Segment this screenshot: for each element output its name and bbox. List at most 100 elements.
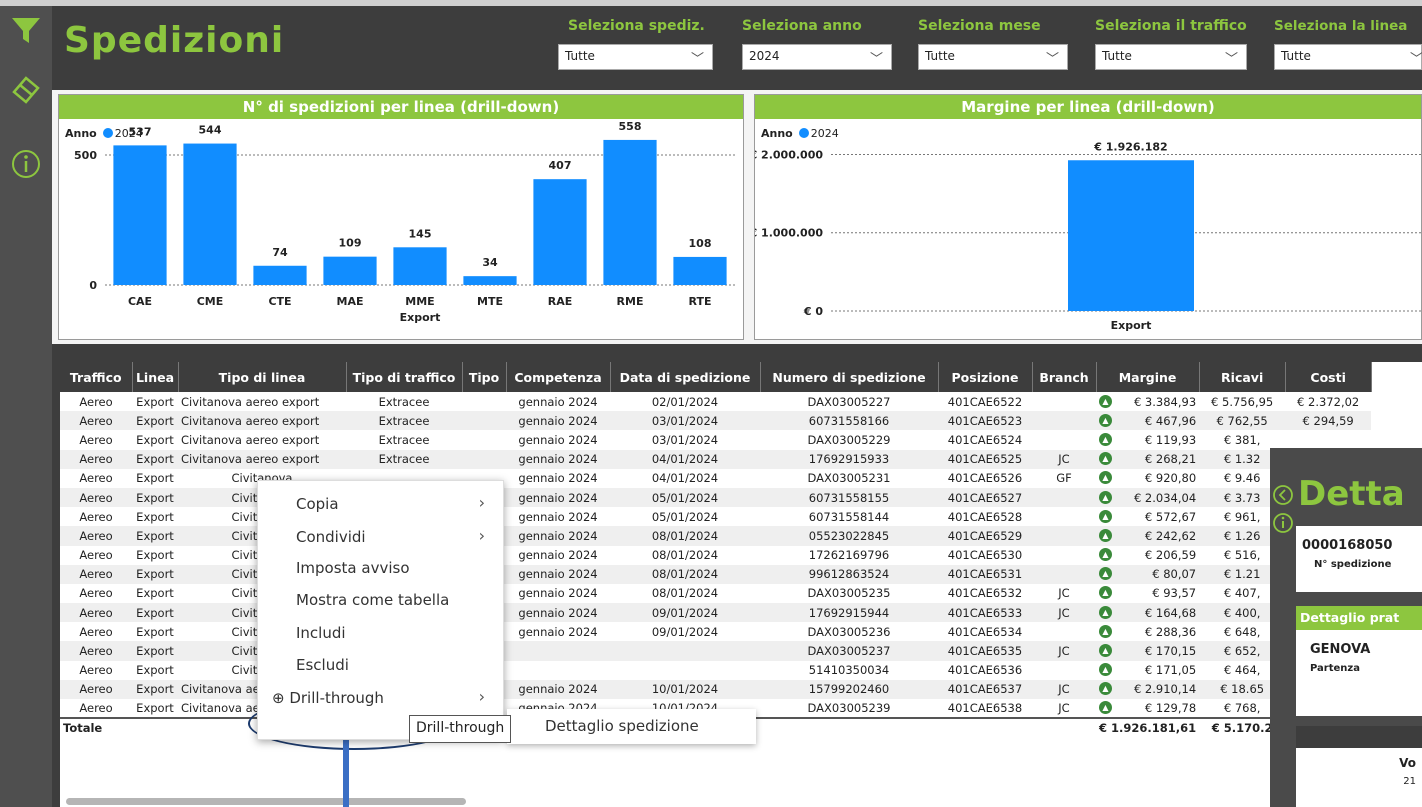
column-header[interactable]: Tipo — [462, 362, 507, 392]
chart-spedizioni-per-linea[interactable]: N° di spedizioni per linea (drill-down) … — [58, 94, 744, 340]
table-cell: Aereo — [60, 411, 132, 431]
table-cell: JC — [1058, 701, 1070, 716]
context-menu-item[interactable]: ⊕ Drill-through — [272, 689, 384, 707]
info-icon[interactable] — [1272, 512, 1294, 534]
table-row[interactable]: AereoExportCivitanova aereo exportExtrac… — [60, 430, 1371, 449]
table-cell — [1032, 392, 1096, 411]
bar — [533, 179, 587, 285]
total-cell — [760, 717, 938, 738]
trend-up-icon: ▲ — [1099, 663, 1112, 677]
table-cell: 401CAE6522 — [947, 394, 1023, 409]
detail-column-value: 21 — [1403, 776, 1416, 787]
table-row[interactable]: AereoExportCivitanova aereo exportExtrac… — [60, 411, 1372, 431]
context-menu-item[interactable]: Copia — [296, 495, 339, 513]
chevron-right-icon: › — [478, 687, 485, 706]
table-row[interactable]: AereoExportCivitanova aereo exportExtrac… — [60, 449, 1372, 469]
x-tick-label: CTE — [268, 295, 291, 308]
bookmark-icon[interactable] — [10, 74, 42, 106]
y-tick-label: € 2.000.000 — [755, 148, 823, 161]
table-cell — [1032, 564, 1096, 584]
trend-up-icon: ▲ — [1099, 644, 1112, 658]
table-cell: Export — [132, 564, 178, 584]
table-cell — [462, 392, 506, 411]
table-cell: 05523022845 — [760, 526, 938, 546]
column-header[interactable]: Competenza — [506, 362, 611, 392]
table-cell: Export — [136, 624, 174, 639]
submenu-dettaglio-spedizione[interactable]: Dettaglio spedizione — [507, 709, 756, 744]
table-cell: gennaio 2024 — [506, 526, 610, 546]
table-cell: gennaio 2024 — [506, 564, 610, 584]
x-tick-label: MTE — [477, 295, 503, 308]
slicer-linea-dropdown[interactable]: Tutte ﹀ — [1274, 44, 1422, 70]
horizontal-scrollbar[interactable] — [66, 798, 466, 805]
departure-label: Partenza — [1310, 663, 1360, 674]
table-cell: DAX03005227 — [807, 394, 891, 409]
table-cell: JC — [1058, 586, 1070, 601]
column-header[interactable]: Tipo di traffico — [346, 362, 463, 392]
column-header[interactable]: Costi — [1285, 362, 1372, 392]
chart-title: Margine per linea (drill-down) — [755, 95, 1421, 119]
slicer-anno-dropdown[interactable]: 2024 ﹀ — [742, 44, 892, 70]
slicer-spedizione-dropdown[interactable]: Tutte ﹀ — [558, 44, 713, 70]
table-cell: ▲ € 80,07 — [1096, 564, 1200, 584]
trend-up-icon: ▲ — [1099, 624, 1112, 638]
x-axis-label: Export — [400, 311, 441, 324]
table-cell: Aereo — [79, 663, 113, 678]
table-cell: gennaio 2024 — [506, 603, 610, 623]
info-icon[interactable] — [10, 148, 42, 180]
table-cell: Export — [132, 411, 178, 431]
table-cell: € 381, — [1223, 432, 1261, 447]
table-cell: € 294,59 — [1285, 411, 1372, 431]
table-cell: Extracee — [346, 411, 462, 431]
back-arrow-icon[interactable] — [1272, 484, 1294, 506]
context-menu-item[interactable]: Escludi — [296, 656, 349, 674]
context-menu-item[interactable]: Includi — [296, 624, 346, 642]
table-cell: Civitanova aereo export — [178, 411, 346, 431]
column-header[interactable]: Traffico — [60, 362, 133, 392]
table-cell: 02/01/2024 — [651, 394, 719, 409]
table-cell: ▲ € 119,93 — [1096, 430, 1199, 449]
context-menu-item[interactable]: Imposta avviso — [296, 559, 410, 577]
chart-margine-per-linea[interactable]: Margine per linea (drill-down) Anno 2024 … — [754, 94, 1422, 340]
context-menu-item[interactable]: Mostra come tabella — [296, 591, 449, 609]
slicer-value: Tutte — [565, 49, 595, 63]
slicer-mese-dropdown[interactable]: Tutte ﹀ — [918, 44, 1068, 70]
bar — [113, 145, 167, 285]
slicer-value: 2024 — [749, 49, 780, 63]
trend-up-icon: ▲ — [1099, 701, 1112, 715]
table-row[interactable]: AereoExportCivitanova aereo exportExtrac… — [60, 392, 1371, 411]
table-cell: Export — [136, 701, 174, 716]
table-cell: Aereo — [79, 471, 113, 486]
table-cell: Export — [132, 487, 178, 508]
column-header[interactable]: Linea — [132, 362, 179, 392]
column-header[interactable]: Branch — [1032, 362, 1097, 392]
table-cell: 401CAE6523 — [938, 411, 1032, 431]
column-header[interactable]: Data di spedizione — [610, 362, 761, 392]
data-label: 74 — [272, 246, 288, 259]
x-tick-label: RAE — [548, 295, 573, 308]
chevron-right-icon: › — [478, 526, 485, 545]
table-cell: 401CAE6535 — [938, 641, 1032, 661]
slicer-traffico-dropdown[interactable]: Tutte ﹀ — [1095, 44, 1247, 70]
table-cell: € 762,55 — [1199, 411, 1286, 431]
table-cell: Aereo — [79, 586, 113, 601]
column-header[interactable]: Ricavi — [1199, 362, 1286, 392]
column-header[interactable]: Tipo di linea — [178, 362, 347, 392]
x-tick-label: Export — [1111, 319, 1152, 332]
column-header[interactable]: Margine — [1096, 362, 1200, 392]
column-header[interactable]: Numero di spedizione — [760, 362, 939, 392]
table-cell: 401CAE6526 — [947, 471, 1023, 486]
column-header[interactable]: Posizione — [938, 362, 1033, 392]
table-cell: JC — [1032, 603, 1096, 623]
table-cell: ▲ € 129,78 — [1096, 699, 1199, 718]
slicer-label: Seleziona mese — [918, 18, 1041, 34]
table-cell: 401CAE6536 — [947, 663, 1023, 678]
filter-icon[interactable] — [10, 14, 42, 46]
table-cell: gennaio 2024 — [518, 586, 598, 601]
table-cell: ▲ € 920,80 — [1096, 469, 1199, 488]
table-cell: € 5.756,95 — [1211, 394, 1274, 409]
context-menu-item[interactable]: Condividi — [296, 528, 366, 546]
slicer-linea: Seleziona la linea Tutte ﹀ — [1274, 18, 1422, 70]
context-menu-label: Imposta avviso — [296, 559, 410, 577]
detail-title: Detta — [1298, 474, 1405, 514]
